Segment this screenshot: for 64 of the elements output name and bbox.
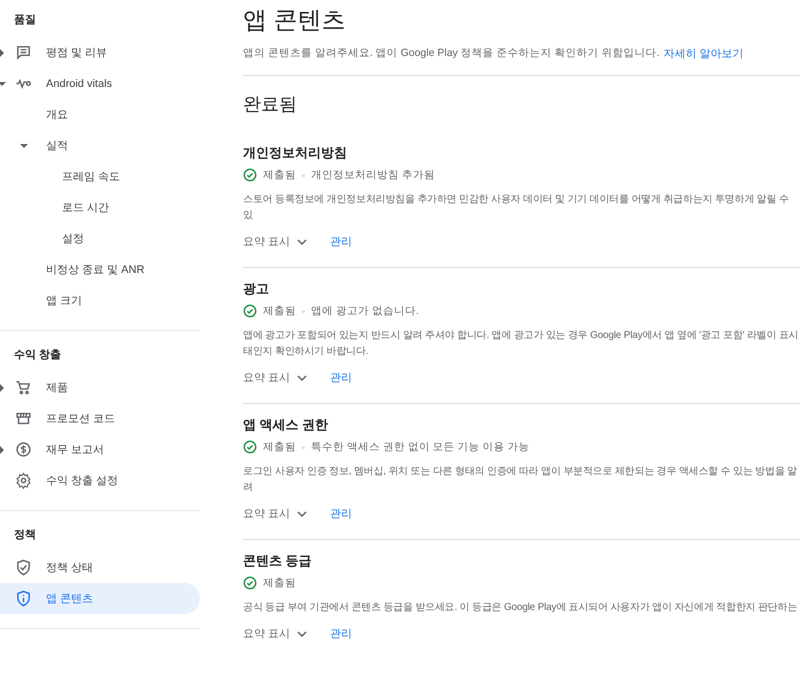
- summary-toggle[interactable]: 요약 표시: [243, 234, 308, 249]
- collapsed-arrow-icon[interactable]: [0, 446, 6, 454]
- shield-info-icon: [15, 590, 32, 607]
- review-icon: [15, 44, 32, 61]
- check-circle-icon: [243, 168, 257, 182]
- separator-dot: [302, 310, 305, 312]
- collapsed-arrow-icon[interactable]: [0, 384, 6, 392]
- check-circle-icon: [243, 440, 257, 454]
- sidebar-item[interactable]: 로드 시간: [0, 192, 200, 223]
- store-icon: [15, 410, 32, 427]
- sidebar-item[interactable]: 실적: [0, 130, 200, 161]
- sidebar-item[interactable]: 설정: [0, 223, 200, 254]
- sidebar-item[interactable]: 제품: [0, 372, 200, 403]
- separator-dot: [302, 174, 305, 176]
- sidebar-item[interactable]: 앱 콘텐츠: [0, 583, 200, 614]
- sidebar-item[interactable]: 프레임 속도: [0, 161, 200, 192]
- expanded-arrow-icon[interactable]: [20, 142, 28, 150]
- manage-link[interactable]: 관리: [330, 234, 352, 249]
- cart-icon: [15, 379, 32, 396]
- sidebar-item[interactable]: 정책 상태: [0, 552, 200, 583]
- manage-link[interactable]: 관리: [330, 370, 352, 385]
- intro-text: 앱의 콘텐츠를 알려주세요. 앱이 Google Play 정책을 준수하는지 확인하기 위함입니다.: [243, 46, 660, 61]
- status-text: 제출됨: [263, 168, 296, 182]
- section-heading: 완료됨: [243, 93, 298, 116]
- status-text: 제출됨: [263, 576, 296, 590]
- sidebar-item[interactable]: 비정상 종료 및 ANR: [0, 254, 200, 285]
- separator-dot: [302, 446, 305, 448]
- sidebar-item[interactable]: 평점 및 리뷰: [0, 37, 200, 68]
- shield-check-icon: [15, 559, 32, 576]
- card-description: 앱에 광고가 포함되어 있는지 반드시 알려 주셔야 합니다. 앱에 광고가 있는 경우 Google Play에서 앱 옆에 '광고 포함' 라벨이 표시 태인지 확인하시기 바랍니다.: [243, 329, 800, 359]
- section-title: 품질: [13, 13, 37, 28]
- check-circle-icon: [243, 304, 257, 318]
- section-title: 수익 창출: [13, 348, 62, 363]
- status-text: 제출됨: [263, 440, 296, 454]
- card-description: 로그인 사용자 인증 정보, 멤버십, 위치 또는 다른 형태의 인증에 따라 앱이 부분적으로 제한되는 경우 액세스할 수 있는 방법을 알려: [243, 465, 798, 495]
- expanded-arrow-icon[interactable]: [0, 80, 6, 88]
- gear-icon: [15, 472, 32, 489]
- sidebar-item[interactable]: 앱 크기: [0, 285, 200, 316]
- sidebar-item[interactable]: 개요: [0, 99, 200, 130]
- card-title: 광고: [243, 280, 270, 298]
- sidebar-item[interactable]: 수익 창출 설정: [0, 465, 200, 496]
- dollar-icon: [15, 441, 32, 458]
- summary-toggle[interactable]: 요약 표시: [243, 626, 308, 641]
- sidebar-item[interactable]: 재무 보고서: [0, 434, 200, 465]
- manage-link[interactable]: 관리: [330, 506, 352, 521]
- section-title: 정책: [13, 528, 37, 543]
- status-detail: 개인정보처리방침 추가됨: [311, 168, 435, 182]
- card-title: 앱 액세스 권한: [243, 416, 330, 434]
- page-title: 앱 콘텐츠: [243, 6, 347, 36]
- card-title: 콘텐츠 등급: [243, 552, 313, 570]
- sidebar-item[interactable]: Android vitals: [0, 68, 200, 99]
- status-text: 제출됨: [263, 304, 296, 318]
- status-detail: 앱에 광고가 없습니다.: [311, 304, 419, 318]
- summary-toggle[interactable]: 요약 표시: [243, 506, 308, 521]
- card-description: 스토어 등록정보에 개인정보처리방침을 추가하면 민감한 사용자 데이터 및 기기 데이터를 어떻게 취급하는지 투명하게 알릴 수 있: [243, 193, 790, 223]
- card-description: 공식 등급 부여 기관에서 콘텐츠 등급을 받으세요. 이 등급은 Google Play에 표시되어 사용자가 앱이 자신에게 적합한지 판단하는: [243, 601, 798, 615]
- collapsed-arrow-icon[interactable]: [0, 49, 6, 57]
- manage-link[interactable]: 관리: [330, 626, 352, 641]
- summary-toggle[interactable]: 요약 표시: [243, 370, 308, 385]
- sidebar-item[interactable]: 프로모션 코드: [0, 403, 200, 434]
- check-circle-icon: [243, 576, 257, 590]
- card-title: 개인정보처리방침: [243, 144, 348, 162]
- learn-more-link[interactable]: 자세히 알아보기: [663, 46, 744, 61]
- status-detail: 특수한 액세스 권한 없이 모든 기능 이용 가능: [311, 440, 530, 454]
